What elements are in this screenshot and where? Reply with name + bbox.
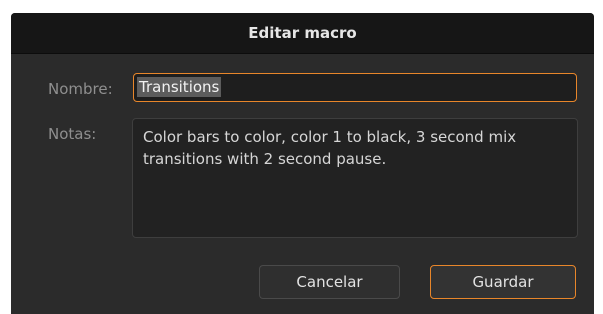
name-field-value[interactable]: Transitions [137,77,222,97]
cancel-button[interactable]: Cancelar [259,265,400,299]
save-button[interactable]: Guardar [430,265,576,299]
edit-macro-dialog: Editar macro Nombre: Transitions Notas: … [11,13,594,314]
name-label: Nombre: [48,80,113,98]
dialog-title: Editar macro [11,13,594,54]
notes-label: Notas: [48,125,97,143]
name-field[interactable]: Transitions [133,73,577,102]
notes-field[interactable]: Color bars to color, color 1 to black, 3… [132,118,578,238]
